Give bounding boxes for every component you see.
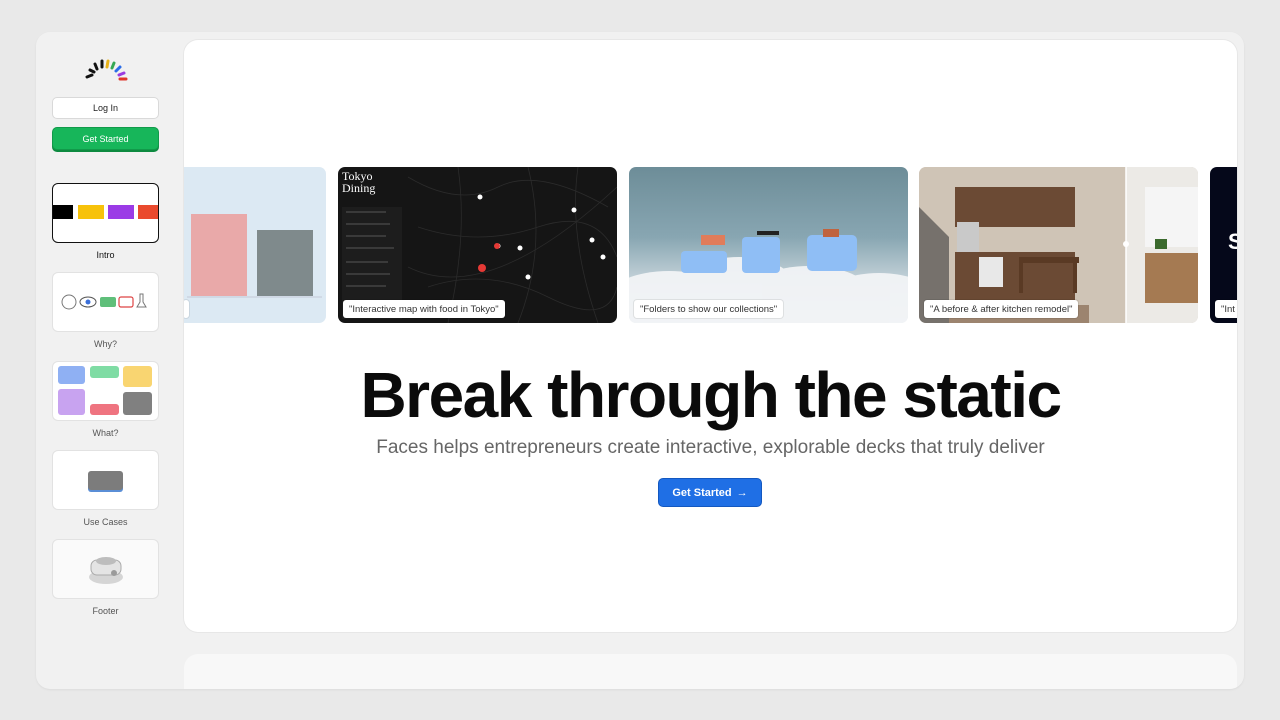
blue-tile <box>58 366 85 384</box>
yellow-tile <box>123 366 152 387</box>
section-thumb-why[interactable] <box>52 272 159 332</box>
hero-headline: Break through the static <box>360 359 1062 431</box>
login-button[interactable]: Log In <box>52 97 159 119</box>
carousel-card-dark[interactable]: S "Int <box>1210 167 1237 323</box>
black-swatch <box>53 205 73 219</box>
map-title-line2: Dining <box>342 181 376 195</box>
lavender-tile <box>58 389 85 415</box>
card-stack-illustration <box>88 471 123 490</box>
card-caption-folders: "Folders to show our collections" <box>634 300 784 318</box>
section-thumb-what[interactable] <box>52 361 159 421</box>
main-slide: Tokyo Dining "Interactive map with food … <box>184 40 1237 632</box>
card-caption-kitchen: "A before & after kitchen remodel" <box>924 300 1079 318</box>
cta-label: Get Started <box>672 486 732 499</box>
yellow-swatch <box>78 205 104 219</box>
get-started-sidebar-button[interactable]: Get Started <box>52 127 159 150</box>
carousel-card-folders[interactable]: "Folders to show our collections" <box>629 167 908 323</box>
section-label-why: Why? <box>93 339 117 349</box>
get-started-hero-button[interactable]: Get Started → <box>658 478 762 507</box>
section-label-intro: Intro <box>96 250 115 260</box>
red-swatch <box>138 205 158 219</box>
dark-card-letter: S <box>1228 229 1237 254</box>
next-slide-preview <box>184 654 1237 689</box>
section-thumb-footer[interactable] <box>52 539 159 599</box>
carousel-card-chart[interactable] <box>184 167 326 323</box>
card-caption-dark: "Int <box>1215 300 1237 318</box>
sidebar: Log In Get Started Intro Why? What? Use … <box>36 32 176 689</box>
app-window: Log In Get Started Intro Why? What? Use … <box>36 32 1244 689</box>
arrow-right-icon: → <box>736 486 748 499</box>
logo-icon <box>85 59 128 81</box>
green-tile <box>90 366 119 378</box>
hero-subheadline: Faces helps entrepreneurs create interac… <box>376 437 1045 458</box>
section-label-what: What? <box>92 428 119 438</box>
purple-swatch <box>108 205 134 219</box>
card-caption-chart <box>184 300 189 318</box>
section-label-use-cases: Use Cases <box>83 517 128 527</box>
device-illustration <box>89 557 123 584</box>
bar-chart-preview <box>187 214 322 298</box>
section-label-footer: Footer <box>92 606 119 616</box>
section-thumb-use-cases[interactable] <box>52 450 159 510</box>
carousel-card-kitchen[interactable]: "A before & after kitchen remodel" <box>919 167 1198 323</box>
pink-tile <box>90 404 119 415</box>
gray-tile <box>123 392 152 415</box>
section-thumb-intro[interactable] <box>52 183 159 243</box>
card-caption-tokyo-map: "Interactive map with food in Tokyo" <box>343 300 505 318</box>
carousel-card-tokyo-map[interactable]: Tokyo Dining "Interactive map with food … <box>338 167 617 323</box>
icons-illustration <box>61 293 147 310</box>
